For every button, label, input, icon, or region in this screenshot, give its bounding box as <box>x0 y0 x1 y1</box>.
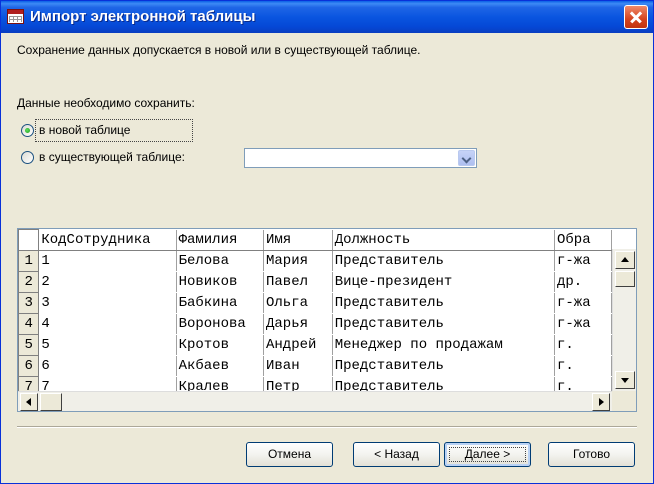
row-number: 2 <box>18 271 40 293</box>
import-spreadsheet-dialog: Импорт электронной таблицы Сохранение да… <box>0 0 654 484</box>
table-cell: Представитель <box>332 250 556 272</box>
horizontal-scroll-thumb[interactable] <box>40 393 62 411</box>
table-cell: Мария <box>263 250 333 272</box>
table-cell: Дарья <box>263 313 333 335</box>
table-row[interactable]: 4 4 Воронова Дарья Представитель г-жа <box>18 313 612 335</box>
cancel-button-label: Отмена <box>267 447 312 461</box>
table-cell: г. <box>554 334 612 356</box>
data-preview-grid[interactable]: КодСотрудника Фамилия Имя Должность Обра… <box>17 228 637 412</box>
table-row[interactable]: 7 7 Кралев Петр Представитель г. <box>18 376 612 391</box>
back-button[interactable]: < Назад <box>353 442 440 467</box>
table-cell: Воронова <box>176 313 264 335</box>
table-cell: Новиков <box>176 271 264 293</box>
column-header[interactable]: КодСотрудника <box>38 229 177 251</box>
table-cell: г. <box>554 355 612 377</box>
table-header-row: КодСотрудника Фамилия Имя Должность Обра <box>18 229 612 251</box>
existing-table-select[interactable] <box>244 148 477 168</box>
vertical-scroll-thumb[interactable] <box>615 271 635 287</box>
vertical-scrollbar[interactable] <box>612 249 636 391</box>
radio-new-table-indicator[interactable] <box>21 124 34 137</box>
row-number: 4 <box>18 313 40 335</box>
table-cell: Бабкина <box>176 292 264 314</box>
spreadsheet-icon <box>7 9 24 24</box>
row-number: 7 <box>18 376 40 391</box>
radio-existing-table[interactable]: в существующей таблице: <box>21 150 221 166</box>
table-cell: Ольга <box>263 292 333 314</box>
table-row[interactable]: 1 1 Белова Мария Представитель г-жа <box>18 250 612 272</box>
table-cell: г-жа <box>554 313 612 335</box>
table-cell: г-жа <box>554 292 612 314</box>
table-cell: Представитель <box>332 313 556 335</box>
radio-existing-table-indicator[interactable] <box>21 151 34 164</box>
table-cell: 3 <box>38 292 177 314</box>
window-title: Импорт электронной таблицы <box>30 8 256 25</box>
title-bar[interactable]: Импорт электронной таблицы <box>1 1 653 33</box>
table-row[interactable]: 2 2 Новиков Павел Вице-президент др. <box>18 271 612 293</box>
grid-viewport: КодСотрудника Фамилия Имя Должность Обра… <box>18 229 612 391</box>
table-cell: др. <box>554 271 612 293</box>
table-cell: 6 <box>38 355 177 377</box>
column-header[interactable]: Фамилия <box>176 229 264 251</box>
table-cell: Петр <box>263 376 333 391</box>
chevron-down-icon[interactable] <box>458 150 475 166</box>
next-button[interactable]: Далее > <box>444 442 531 467</box>
table-cell: Иван <box>263 355 333 377</box>
focus-rectangle <box>449 447 526 462</box>
table-cell: Представитель <box>332 355 556 377</box>
column-header[interactable]: Имя <box>263 229 333 251</box>
scroll-down-icon[interactable] <box>615 371 635 389</box>
scroll-left-icon[interactable] <box>20 393 38 411</box>
row-number: 3 <box>18 292 40 314</box>
table-cell: Кротов <box>176 334 264 356</box>
preview-table: КодСотрудника Фамилия Имя Должность Обра… <box>18 229 612 391</box>
table-cell: Кралев <box>176 376 264 391</box>
table-cell: Акбаев <box>176 355 264 377</box>
grid-corner <box>18 229 40 251</box>
table-cell: Менеджер по продажам <box>332 334 556 356</box>
table-cell: Вице-президент <box>332 271 556 293</box>
cancel-button[interactable]: Отмена <box>246 442 333 467</box>
table-cell: г. <box>554 376 612 391</box>
radio-existing-table-label: в существующей таблице: <box>39 150 185 164</box>
radio-new-table[interactable]: в новой таблице <box>21 119 193 142</box>
table-cell: 7 <box>38 376 177 391</box>
table-cell: 4 <box>38 313 177 335</box>
table-cell: Павел <box>263 271 333 293</box>
finish-button[interactable]: Готово <box>548 442 635 467</box>
table-row[interactable]: 5 5 Кротов Андрей Менеджер по продажам г… <box>18 334 612 356</box>
table-cell: Представитель <box>332 292 556 314</box>
table-row[interactable]: 6 6 Акбаев Иван Представитель г. <box>18 355 612 377</box>
scroll-right-icon[interactable] <box>592 393 610 411</box>
table-row[interactable]: 3 3 Бабкина Ольга Представитель г-жа <box>18 292 612 314</box>
divider <box>17 426 637 428</box>
table-cell: 1 <box>38 250 177 272</box>
row-number: 5 <box>18 334 40 356</box>
radio-new-table-label: в новой таблице <box>39 123 131 137</box>
table-cell: 2 <box>38 271 177 293</box>
table-cell: Белова <box>176 250 264 272</box>
table-cell: г-жа <box>554 250 612 272</box>
scroll-up-icon[interactable] <box>615 251 635 269</box>
row-number: 6 <box>18 355 40 377</box>
save-group-label: Данные необходимо сохранить: <box>17 96 195 110</box>
table-cell: Андрей <box>263 334 333 356</box>
intro-text: Сохранение данных допускается в новой ил… <box>17 43 421 57</box>
row-number: 1 <box>18 250 40 272</box>
scrollbar-corner <box>612 391 636 411</box>
horizontal-scrollbar[interactable] <box>18 391 612 411</box>
column-header[interactable]: Должность <box>332 229 556 251</box>
table-cell: Представитель <box>332 376 556 391</box>
close-icon[interactable] <box>624 5 648 29</box>
finish-button-label: Готово <box>572 447 611 461</box>
table-cell: 5 <box>38 334 177 356</box>
column-header[interactable]: Обра <box>554 229 612 251</box>
back-button-label: < Назад <box>374 447 419 461</box>
